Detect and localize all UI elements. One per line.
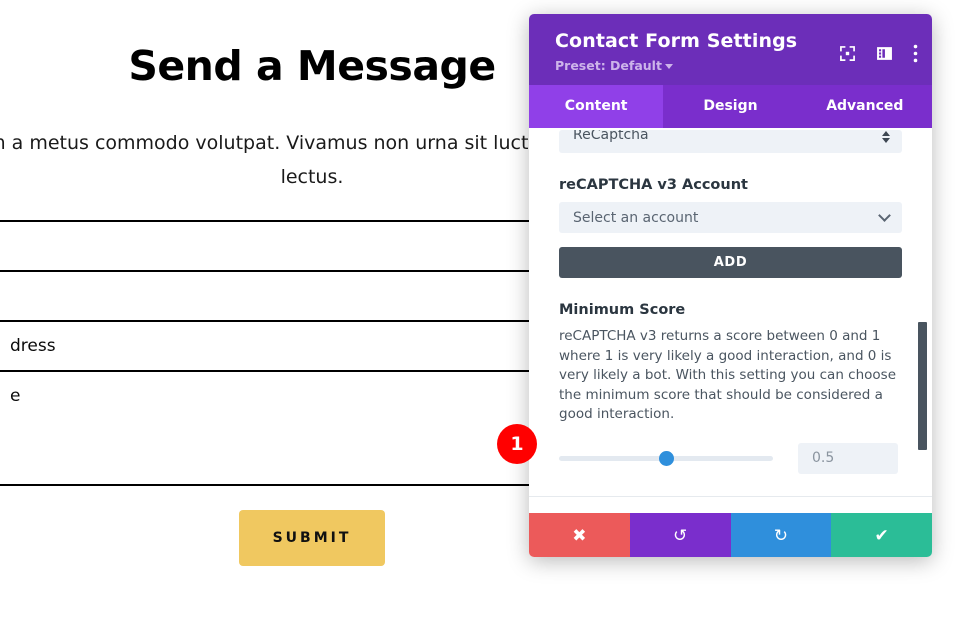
chevron-down-icon bbox=[878, 209, 891, 222]
form-field-email-address-label: dress bbox=[10, 336, 56, 356]
modal-tabs: Content Design Advanced bbox=[529, 85, 932, 128]
add-account-button[interactable]: ADD bbox=[559, 247, 902, 278]
modal-body-scroll: ReCaptcha reCAPTCHA v3 Account Select an… bbox=[529, 128, 932, 497]
save-button[interactable]: ✔ bbox=[831, 513, 932, 557]
modal-footer: ✖ ↺ ↻ ✔ bbox=[529, 513, 932, 557]
form-field-message-label: e bbox=[10, 386, 21, 406]
recaptcha-account-value: Select an account bbox=[573, 209, 699, 226]
screen-root: Send a Message msan quam a metus commodo… bbox=[0, 0, 960, 625]
annotation-badge-1: 1 bbox=[497, 424, 537, 464]
layout-panel-icon[interactable] bbox=[876, 45, 893, 62]
recaptcha-account-select[interactable]: Select an account bbox=[559, 202, 902, 233]
modal-header: Contact Form Settings Preset: Default bbox=[529, 14, 932, 85]
minimum-score-value-input[interactable]: 0.5 bbox=[798, 442, 898, 474]
minimum-score-slider[interactable] bbox=[559, 450, 773, 466]
modal-scrollbar-thumb[interactable] bbox=[918, 322, 927, 450]
tab-design[interactable]: Design bbox=[663, 85, 797, 128]
focus-icon[interactable] bbox=[839, 45, 856, 62]
tab-content[interactable]: Content bbox=[529, 85, 664, 128]
modal-body: ReCaptcha reCAPTCHA v3 Account Select an… bbox=[529, 128, 932, 513]
spam-protection-value: ReCaptcha bbox=[573, 130, 649, 143]
spam-protection-select[interactable]: ReCaptcha bbox=[559, 130, 902, 153]
minimum-score-slider-row: 0.5 bbox=[559, 442, 902, 474]
more-vertical-icon[interactable] bbox=[913, 44, 918, 63]
minimum-score-label: Minimum Score bbox=[559, 302, 686, 318]
contact-form-settings-modal: Contact Form Settings Preset: Default Co… bbox=[529, 14, 932, 557]
modal-scrollbar-track[interactable] bbox=[919, 128, 927, 513]
recaptcha-account-label: reCAPTCHA v3 Account bbox=[559, 177, 748, 193]
submit-button[interactable]: SUBMIT bbox=[238, 510, 386, 566]
chevron-down-icon bbox=[664, 64, 673, 69]
redo-button[interactable]: ↻ bbox=[730, 513, 832, 557]
modal-header-icons bbox=[839, 44, 918, 63]
tab-advanced[interactable]: Advanced bbox=[798, 85, 932, 128]
minimum-score-help-text: reCAPTCHA v3 returns a score between 0 a… bbox=[559, 328, 897, 422]
slider-thumb[interactable] bbox=[658, 450, 674, 466]
spinner-arrows-icon bbox=[882, 131, 890, 143]
undo-button[interactable]: ↺ bbox=[629, 513, 731, 557]
section-divider bbox=[529, 495, 932, 497]
preset-label: Preset: Default bbox=[555, 58, 662, 73]
cancel-button[interactable]: ✖ bbox=[529, 513, 630, 557]
